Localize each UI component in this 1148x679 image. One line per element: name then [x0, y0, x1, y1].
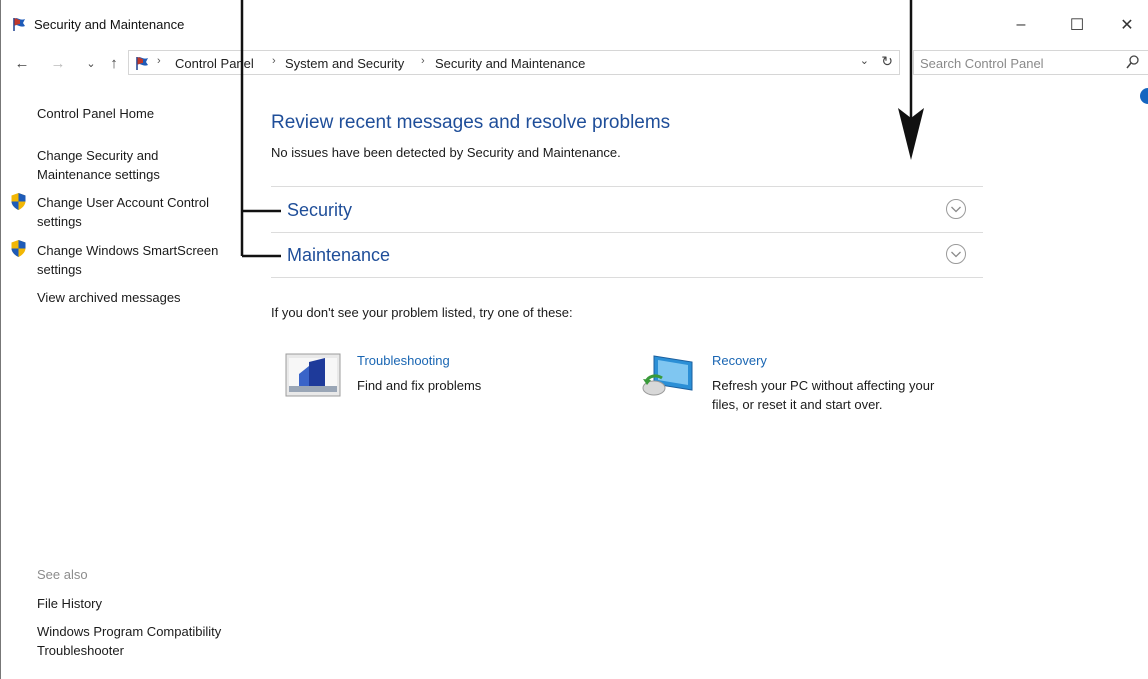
see-also-heading: See also — [37, 567, 88, 582]
maintenance-section-title[interactable]: Maintenance — [287, 245, 390, 266]
recovery-description: Refresh your PC without affecting your f… — [712, 378, 935, 412]
recovery-tool[interactable]: Recovery Refresh your PC without affecti… — [640, 352, 940, 424]
troubleshooting-description: Find and fix problems — [357, 378, 482, 393]
shield-icon — [11, 193, 26, 210]
maintenance-section-header[interactable]: Maintenance — [271, 233, 983, 277]
title-bar: Security and Maintenance – ☐ ✕ — [1, 0, 1148, 48]
security-section-header[interactable]: Security — [271, 188, 983, 232]
back-button[interactable]: ← — [11, 52, 33, 74]
troubleshooting-link[interactable]: Troubleshooting — [357, 353, 450, 368]
breadcrumb-separator: › — [421, 55, 425, 67]
change-uac-settings-link[interactable]: Change User Account Control settings — [37, 193, 227, 231]
address-bar[interactable]: › Control Panel › System and Security › … — [128, 50, 900, 75]
address-dropdown-icon[interactable]: ⌄ — [860, 54, 869, 67]
chevron-down-icon[interactable] — [945, 198, 967, 220]
breadcrumb-security-and-maintenance[interactable]: Security and Maintenance — [435, 56, 585, 71]
close-button[interactable]: ✕ — [1107, 10, 1147, 40]
troubleshoot-hint: If you don't see your problem listed, tr… — [271, 305, 573, 320]
page-title: Review recent messages and resolve probl… — [271, 112, 671, 133]
window-title: Security and Maintenance — [34, 17, 185, 32]
chevron-down-icon: ⌄ — [86, 57, 96, 70]
help-icon[interactable] — [1140, 88, 1148, 104]
view-archived-messages-link[interactable]: View archived messages — [37, 288, 237, 307]
search-icon[interactable] — [1126, 54, 1140, 70]
up-arrow-icon: ↑ — [110, 54, 118, 72]
divider — [271, 277, 983, 278]
recent-locations-button[interactable]: ⌄ — [80, 52, 102, 74]
divider — [271, 186, 983, 187]
recovery-link[interactable]: Recovery — [712, 353, 767, 368]
forward-arrow-icon: → — [50, 54, 66, 72]
chevron-down-icon[interactable] — [945, 243, 967, 265]
forward-button[interactable]: → — [47, 52, 69, 74]
flag-icon — [13, 18, 25, 31]
file-history-link[interactable]: File History — [37, 594, 237, 613]
maximize-button[interactable]: ☐ — [1057, 10, 1097, 40]
back-arrow-icon: ← — [14, 54, 30, 72]
troubleshooting-tool[interactable]: Troubleshooting Find and fix problems — [285, 352, 585, 412]
compatibility-troubleshooter-link[interactable]: Windows Program Compatibility Troublesho… — [37, 622, 227, 660]
breadcrumb-control-panel[interactable]: Control Panel — [175, 56, 254, 71]
refresh-icon[interactable]: ↻ — [881, 53, 893, 70]
flag-icon — [136, 57, 148, 70]
breadcrumb-separator: › — [272, 55, 276, 67]
recovery-icon — [642, 355, 693, 396]
change-security-maintenance-settings-link[interactable]: Change Security and Maintenance settings — [37, 146, 187, 184]
maximize-icon: ☐ — [1069, 17, 1085, 34]
breadcrumb-system-and-security[interactable]: System and Security — [285, 56, 404, 71]
up-button[interactable]: ↑ — [103, 52, 125, 74]
control-panel-window: Security and Maintenance – ☐ ✕ ← → ⌄ ↑ ›… — [0, 0, 1148, 679]
close-icon: ✕ — [1120, 17, 1134, 34]
search-input[interactable]: Search Control Panel — [913, 50, 1148, 75]
control-panel-home-link[interactable]: Control Panel Home — [37, 104, 237, 123]
breadcrumb-separator: › — [157, 55, 161, 67]
search-placeholder: Search Control Panel — [920, 56, 1044, 71]
minimize-icon: – — [1016, 16, 1026, 33]
annotation-overlay — [240, 0, 924, 258]
minimize-button[interactable]: – — [1001, 10, 1041, 40]
troubleshooting-icon — [285, 353, 341, 397]
shield-icon — [11, 240, 26, 257]
security-section-title[interactable]: Security — [287, 200, 352, 221]
status-message: No issues have been detected by Security… — [271, 145, 621, 160]
change-smartscreen-settings-link[interactable]: Change Windows SmartScreen settings — [37, 241, 237, 279]
